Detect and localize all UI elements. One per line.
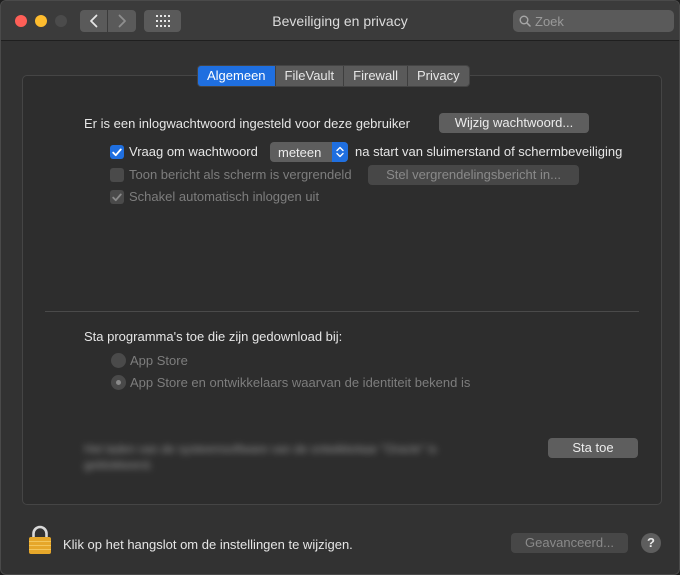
lock-icon[interactable] (28, 525, 52, 558)
forward-button[interactable] (108, 10, 136, 32)
close-window-button[interactable] (15, 15, 27, 27)
require-password-delay-select[interactable]: meteen (270, 142, 348, 162)
minimize-window-button[interactable] (35, 15, 47, 27)
show-all-button[interactable] (144, 10, 181, 32)
preferences-window: Beveiliging en privacy Algemeen FileVaul… (0, 0, 680, 575)
titlebar: Beveiliging en privacy (1, 1, 679, 41)
blocked-software-message: Het laden van de systeemsoftware van de … (84, 442, 437, 472)
search-field[interactable] (513, 10, 674, 32)
search-icon (519, 15, 531, 27)
tab-bar: Algemeen FileVault Firewall Privacy (197, 65, 470, 87)
require-password-delay-value: meteen (278, 144, 322, 160)
radio-app-store-identified[interactable] (111, 375, 126, 390)
section-divider (45, 311, 639, 312)
disable-autologin-label: Schakel automatisch inloggen uit (129, 189, 320, 204)
radio-app-store-label: App Store (130, 353, 188, 368)
help-button[interactable]: ? (641, 533, 661, 553)
require-password-label: Vraag om wachtwoord (129, 144, 258, 159)
lock-instruction-text: Klik op het hangslot om de instellingen … (63, 537, 353, 552)
disable-autologin-checkbox[interactable] (110, 190, 124, 204)
checkmark-icon (112, 193, 122, 201)
zoom-window-button[interactable] (55, 15, 67, 27)
downloads-heading: Sta programma's toe die zijn gedownload … (84, 329, 343, 344)
chevron-updown-icon (332, 142, 348, 162)
require-password-suffix: na start van sluimerstand of schermbevei… (355, 144, 623, 159)
show-message-checkbox[interactable] (110, 168, 124, 182)
advanced-button[interactable]: Geavanceerd... (511, 533, 628, 553)
checkmark-icon (112, 148, 122, 156)
grid-icon (155, 15, 170, 27)
forward-icon (118, 14, 126, 28)
tab-algemeen[interactable]: Algemeen (198, 66, 276, 86)
show-message-label: Toon bericht als scherm is vergrendeld (129, 167, 352, 182)
radio-app-store-identified-label: App Store en ontwikkelaars waarvan de id… (130, 375, 471, 390)
allow-button[interactable]: Sta toe (548, 438, 638, 458)
back-button[interactable] (80, 10, 108, 32)
require-password-checkbox[interactable] (110, 145, 124, 159)
back-icon (89, 14, 97, 28)
navigation-buttons (80, 10, 136, 32)
login-password-text: Er is een inlogwachtwoord ingesteld voor… (84, 116, 410, 131)
radio-app-store[interactable] (111, 353, 126, 368)
change-password-button[interactable]: Wijzig wachtwoord... (439, 113, 589, 133)
search-input[interactable] (535, 13, 665, 29)
tab-firewall[interactable]: Firewall (344, 66, 408, 86)
tab-filevault[interactable]: FileVault (276, 66, 345, 86)
set-lock-message-button[interactable]: Stel vergrendelingsbericht in... (368, 165, 579, 185)
tab-privacy[interactable]: Privacy (408, 66, 469, 86)
